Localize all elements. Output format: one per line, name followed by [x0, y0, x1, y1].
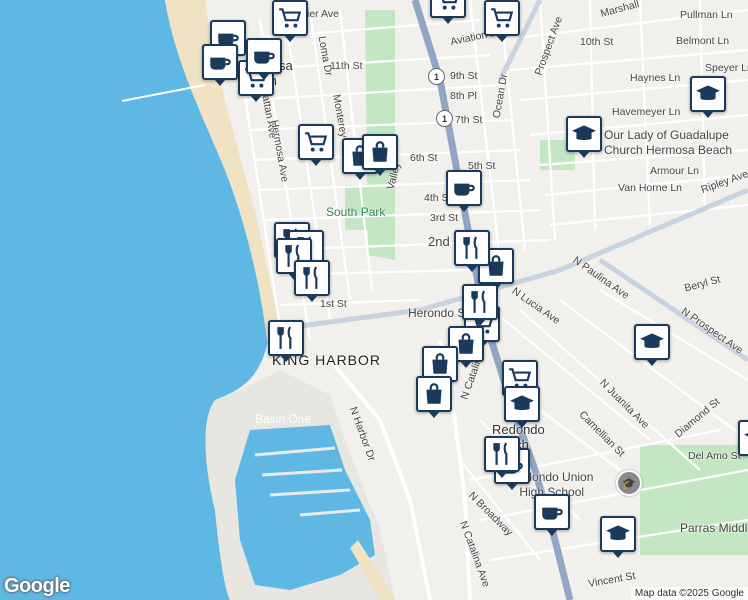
- coffee-marker[interactable]: [246, 38, 282, 80]
- school-marker[interactable]: [690, 76, 726, 118]
- fork-knife-icon: [277, 326, 292, 349]
- school-marker[interactable]: [738, 420, 748, 456]
- route-1-shield: 1: [436, 110, 453, 127]
- map-base: [0, 0, 748, 600]
- route-1-shield: 1: [428, 68, 445, 85]
- fork-knife-icon: [493, 442, 508, 465]
- fork-knife-icon: [463, 236, 478, 259]
- map-attribution: Map data ©2025 Google: [630, 587, 748, 600]
- graduation-cap-icon: [696, 85, 720, 100]
- park-southeast: [640, 445, 748, 555]
- graduation-cap-icon: [572, 125, 596, 140]
- coffee-cup-icon: [210, 57, 231, 70]
- store-marker[interactable]: [298, 124, 334, 166]
- fork-knife-icon: [303, 266, 318, 289]
- school-marker[interactable]: [600, 516, 636, 558]
- shopping-bag-icon: [426, 383, 442, 404]
- cart-icon: [441, 0, 458, 10]
- coffee-marker[interactable]: [202, 44, 238, 86]
- map-canvas[interactable]: KING HARBOR Basin One South Park Redondo…: [0, 0, 748, 600]
- shopping-bag-icon: [372, 141, 388, 162]
- fork-knife-icon: [471, 290, 486, 313]
- school-marker[interactable]: [566, 116, 602, 158]
- school-marker[interactable]: [504, 386, 540, 428]
- coffee-marker[interactable]: [446, 170, 482, 212]
- shopping-marker[interactable]: [416, 376, 452, 418]
- shopping-marker[interactable]: [362, 134, 398, 176]
- graduation-cap-icon: [606, 525, 630, 540]
- restaurant-marker[interactable]: [462, 284, 498, 326]
- graduation-cap-icon: [510, 395, 534, 410]
- cart-icon: [279, 8, 302, 28]
- school-badge-icon: 🎓: [616, 470, 642, 496]
- google-logo: Google: [4, 575, 70, 597]
- store-marker[interactable]: [484, 0, 520, 42]
- cart-icon: [491, 8, 514, 28]
- restaurant-marker[interactable]: [294, 260, 330, 302]
- coffee-marker[interactable]: [534, 494, 570, 536]
- store-marker[interactable]: [430, 0, 466, 24]
- store-marker[interactable]: [272, 0, 308, 42]
- coffee-cup-icon: [542, 507, 563, 520]
- coffee-cup-icon: [454, 183, 475, 196]
- restaurant-marker[interactable]: [454, 230, 490, 272]
- shopping-bag-icon: [432, 353, 448, 374]
- coffee-cup-icon: [254, 51, 275, 64]
- restaurant-marker[interactable]: [484, 436, 520, 478]
- restaurant-marker[interactable]: [268, 320, 304, 362]
- school-marker[interactable]: [634, 324, 670, 366]
- south-park-area: [345, 185, 390, 230]
- graduation-cap-icon: [640, 333, 664, 348]
- graduation-cap-icon: [744, 432, 748, 437]
- cart-icon: [305, 132, 328, 152]
